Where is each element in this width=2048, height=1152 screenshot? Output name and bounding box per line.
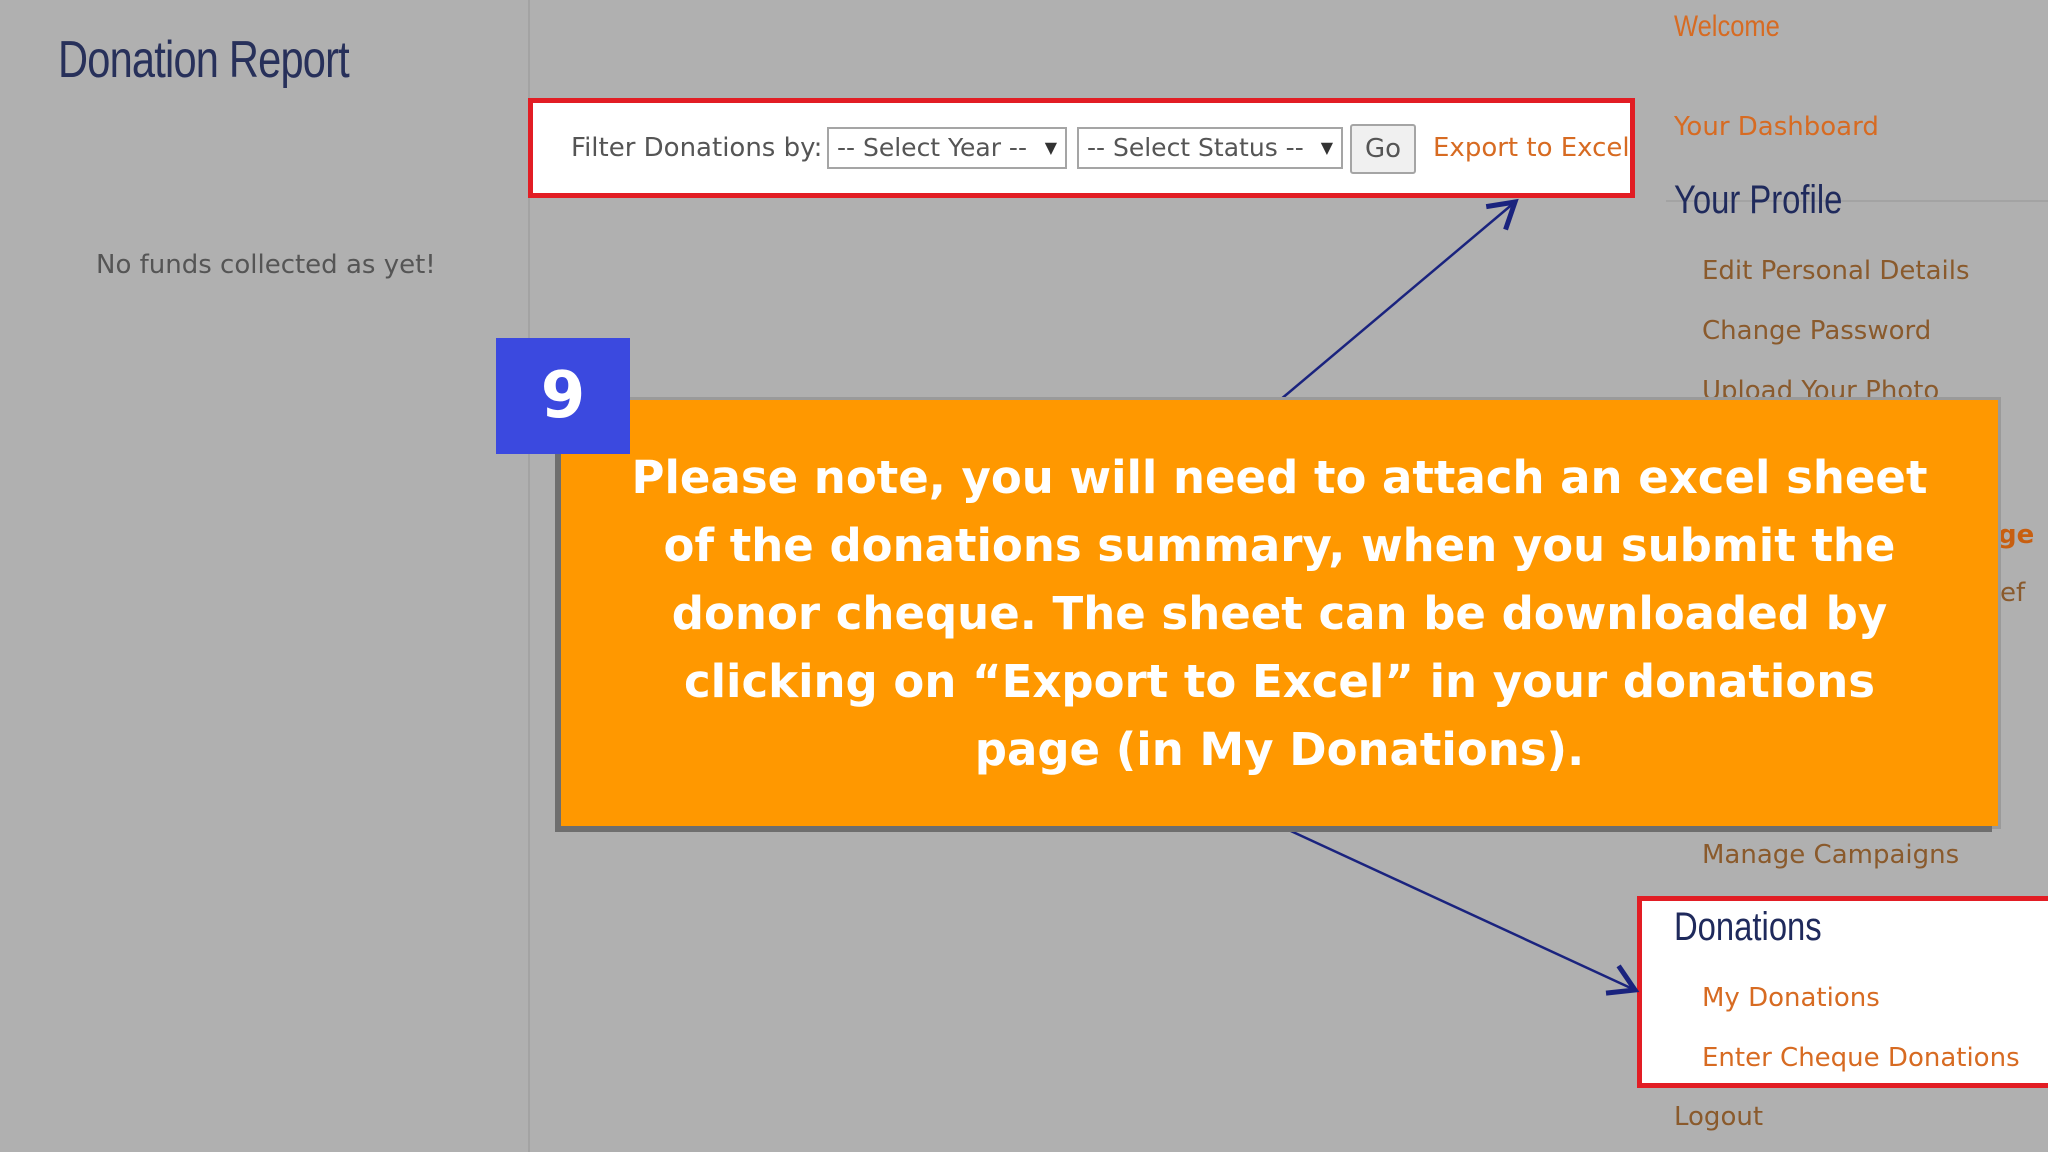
sidebar-item-manage-campaigns[interactable]: Manage Campaigns bbox=[1702, 840, 1959, 870]
status-select-value: -- Select Status -- bbox=[1087, 133, 1304, 162]
export-to-excel-link[interactable]: Export to Excel bbox=[1433, 133, 1630, 163]
donations-section: Donations My Donations Enter Cheque Dona… bbox=[1637, 896, 2048, 1088]
sidebar-item-dashboard[interactable]: Your Dashboard bbox=[1674, 112, 1879, 142]
donations-heading: Donations bbox=[1674, 905, 1822, 949]
sidebar-item-partial[interactable]: ge bbox=[1998, 520, 2034, 550]
sidebar-item-partial[interactable]: ef bbox=[2000, 578, 2025, 608]
filter-label: Filter Donations by: bbox=[571, 133, 823, 163]
arrow-to-export bbox=[1279, 198, 1519, 401]
profile-heading: Your Profile bbox=[1674, 178, 1843, 222]
sidebar-item-change-password[interactable]: Change Password bbox=[1702, 316, 1931, 346]
sidebar-item-logout[interactable]: Logout bbox=[1674, 1102, 1763, 1132]
step-number-badge: 9 bbox=[496, 338, 630, 454]
empty-message: No funds collected as yet! bbox=[96, 250, 436, 280]
chevron-down-icon: ▼ bbox=[1044, 138, 1057, 157]
chevron-down-icon: ▼ bbox=[1320, 138, 1333, 157]
sidebar-item-my-donations[interactable]: My Donations bbox=[1702, 983, 1880, 1013]
year-select[interactable]: -- Select Year -- ▼ bbox=[827, 127, 1067, 169]
year-select-value: -- Select Year -- bbox=[837, 133, 1027, 162]
filter-bar: Filter Donations by: -- Select Year -- ▼… bbox=[528, 98, 1635, 198]
page-title: Donation Report bbox=[58, 31, 350, 89]
sidebar-item-edit-personal-details[interactable]: Edit Personal Details bbox=[1702, 256, 1970, 286]
instruction-callout: Please note, you will need to attach an … bbox=[561, 400, 1998, 826]
arrow-to-donations bbox=[1279, 824, 1640, 996]
welcome-text: Welcome bbox=[1674, 10, 1780, 43]
callout-text: Please note, you will need to attach an … bbox=[631, 451, 1928, 776]
go-button[interactable]: Go bbox=[1350, 124, 1416, 174]
status-select[interactable]: -- Select Status -- ▼ bbox=[1077, 127, 1343, 169]
sidebar-item-enter-cheque-donations[interactable]: Enter Cheque Donations bbox=[1702, 1043, 2020, 1073]
